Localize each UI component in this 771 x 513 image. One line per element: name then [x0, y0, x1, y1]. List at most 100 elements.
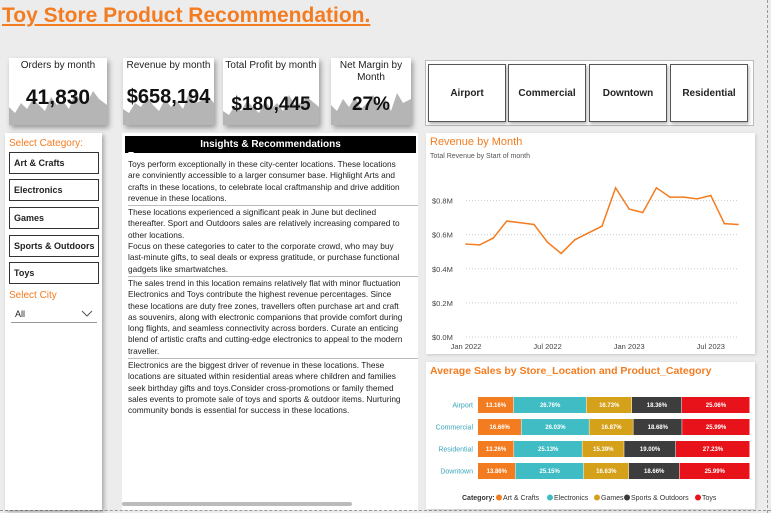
revenue-point: [492, 237, 494, 239]
bar-data-label: 26.76%: [540, 403, 561, 409]
page-title: Toy Store Product Recommendation.: [2, 4, 371, 27]
legend-item: Electronics: [554, 495, 589, 502]
revenue-point: [587, 232, 590, 234]
insight-line: other locations.: [128, 229, 185, 240]
insight-line: gadgets like smartwatches.: [128, 263, 229, 274]
y-tick-label: $0.4M: [432, 265, 453, 274]
location-button-downtown[interactable]: Downtown: [589, 64, 667, 122]
city-slicer-title: Select City: [9, 290, 57, 301]
city-dropdown-value: All: [15, 308, 26, 319]
divider: [128, 275, 418, 277]
legend-item: Games: [601, 495, 624, 502]
bar-data-label: 18.66%: [644, 469, 665, 475]
insight-line: revenue in these locations.: [128, 192, 227, 203]
revenue-line-chart-panel: Revenue by Month Total Revenue by Start …: [426, 133, 755, 354]
x-tick-label: Jan 2023: [614, 342, 645, 351]
revenue-point: [533, 223, 535, 226]
bar-data-label: 18.68%: [648, 425, 669, 431]
bar-data-label: 16.63%: [596, 469, 617, 475]
revenue-point: [710, 194, 712, 197]
avg-sales-bar-chart-panel: Average Sales by Store_Location and Prod…: [426, 362, 755, 509]
x-tick-label: Jul 2023: [697, 342, 725, 351]
bar-data-label: 25.99%: [705, 469, 726, 475]
chevron-down-icon: [81, 310, 93, 317]
category-button-toys[interactable]: Toys: [9, 262, 99, 284]
revenue-point: [642, 211, 644, 214]
divider: [128, 358, 418, 360]
revenue-point: [737, 223, 739, 226]
store-label: Commercial: [436, 425, 474, 432]
category-button-sports-outdoors[interactable]: Sports & Outdoors: [9, 235, 99, 257]
insight-line: as souvenirs, along with electronic comp…: [128, 311, 403, 322]
insight-line: long flights, and seamless connectivity …: [128, 323, 399, 334]
location-button-commercial[interactable]: Commercial: [508, 64, 586, 122]
revenue-point: [546, 241, 549, 244]
revenue-point: [574, 239, 576, 241]
kpi-value: 41,830: [25, 86, 91, 109]
legend-swatch: [624, 494, 630, 501]
legend-item: Art & Crafts: [503, 495, 540, 502]
revenue-point: [601, 225, 603, 227]
insight-line: are conviniently accessible to a larger …: [128, 170, 396, 181]
horizontal-scrollbar[interactable]: [122, 502, 352, 506]
slicer-panel: Select Category: Art & Crafts Electronic…: [5, 133, 102, 510]
insight-line: blend of artistic crafts and cutting-edg…: [128, 334, 403, 345]
revenue-line-chart: $0.0M $0.2M $0.4M $0.6M $0.8M Jan 2022 Jul 202…: [432, 186, 739, 351]
revenue-point: [506, 220, 508, 222]
revenue-point: [519, 221, 522, 224]
category-button-electronics[interactable]: Electronics: [9, 179, 99, 201]
revenue-point: [682, 196, 685, 198]
insights-panel: Insights & Recommendations Toys perform …: [122, 133, 418, 510]
insights-text: Toys perform exceptionally in these city…: [128, 159, 418, 418]
legend-item: Toys: [702, 495, 717, 502]
store-label: Residential: [438, 447, 473, 454]
insight-line: last-minute gifts, to seal deals or expr…: [128, 252, 400, 263]
insight-line: sales events to promote sale of toys and…: [128, 393, 401, 404]
location-button-airport[interactable]: Airport: [428, 64, 506, 122]
legend-swatch: [695, 494, 701, 501]
location-button-residential[interactable]: Residential: [670, 64, 748, 122]
y-tick-label: $0.6M: [432, 231, 453, 240]
revenue-point: [465, 243, 467, 245]
insight-line: locations are situated within residentia…: [128, 371, 396, 382]
kpi-card-orders[interactable]: Orders by month 41,830: [9, 58, 107, 125]
revenue-point: [614, 186, 617, 189]
canvas-border-right: [767, 0, 768, 513]
insight-line: Toys perform exceptionally in these city…: [128, 159, 396, 169]
location-slicer: Airport Commercial Downtown Residential: [425, 60, 754, 126]
legend-item: Sports & Outdoors: [631, 495, 689, 502]
insight-line: Focus on these categories to cater to th…: [128, 241, 394, 252]
kpi-card-revenue[interactable]: Revenue by month $658,194: [123, 58, 214, 125]
y-tick-label: $0.0M: [432, 333, 453, 342]
revenue-point: [696, 198, 698, 200]
category-button-art-crafts[interactable]: Art & Crafts: [9, 152, 99, 174]
insight-line: community bonds is essential for success…: [128, 405, 350, 416]
bar-data-label: 16.73%: [599, 403, 620, 409]
bar-data-label: 13.16%: [486, 403, 507, 409]
revenue-point: [723, 222, 726, 225]
store-label: Airport: [452, 403, 473, 410]
bar-data-label: 27.23%: [703, 447, 724, 453]
revenue-point: [560, 252, 562, 255]
insight-line: thereafter. Sport and Outdoors sales are…: [128, 218, 400, 229]
bar-data-label: 19.00%: [640, 447, 661, 453]
kpi-card-profit[interactable]: Total Profit by month $180,445: [223, 58, 319, 125]
y-tick-label: $0.8M: [432, 197, 453, 206]
city-dropdown[interactable]: All: [11, 305, 97, 323]
revenue-point: [628, 208, 630, 210]
legend-swatch: [496, 494, 502, 501]
insight-line: crafts in these locations, to celebrate …: [128, 181, 400, 192]
kpi-card-margin[interactable]: Net Margin by Month 27%: [331, 58, 411, 125]
category-slicer-title: Select Category:: [9, 138, 83, 149]
legend-title: Category:: [462, 495, 495, 502]
bar-data-label: 25.13%: [538, 447, 559, 453]
y-tick-label: $0.2M: [432, 299, 453, 308]
kpi-value: 27%: [351, 94, 391, 115]
divider: [128, 205, 418, 207]
bar-data-label: 16.66%: [490, 425, 511, 431]
category-button-games[interactable]: Games: [9, 207, 99, 229]
x-tick-label: Jul 2022: [533, 342, 561, 351]
bar-data-label: 25.06%: [706, 403, 727, 409]
bar-data-label: 18.36%: [647, 403, 668, 409]
insight-line: Electronics and Toys contribute the high…: [128, 289, 392, 300]
